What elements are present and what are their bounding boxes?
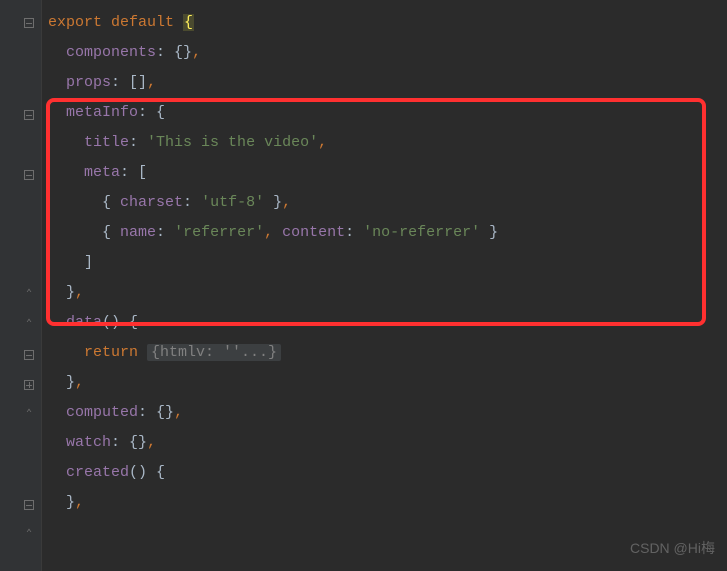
code-line[interactable]: ] xyxy=(42,248,727,278)
code-line[interactable]: { name: 'referrer', content: 'no-referre… xyxy=(42,218,727,248)
code-line[interactable]: created() { xyxy=(42,458,727,488)
matched-brace: { xyxy=(183,14,194,31)
folded-code[interactable]: {htmlv: ''...} xyxy=(147,344,281,361)
fold-icon[interactable] xyxy=(22,16,36,30)
editor-gutter: ⌃ ⌃ ⌃ ⌃ xyxy=(0,0,42,571)
fold-close-icon[interactable]: ⌃ xyxy=(22,408,36,422)
code-line[interactable]: }, xyxy=(42,488,727,518)
fold-close-icon[interactable]: ⌃ xyxy=(22,528,36,542)
fold-icon[interactable] xyxy=(22,498,36,512)
code-line[interactable]: props: [], xyxy=(42,68,727,98)
code-line[interactable]: title: 'This is the video', xyxy=(42,128,727,158)
fold-close-icon[interactable]: ⌃ xyxy=(22,318,36,332)
code-line[interactable]: }, xyxy=(42,278,727,308)
code-line[interactable]: { charset: 'utf-8' }, xyxy=(42,188,727,218)
fold-plus-icon[interactable] xyxy=(22,378,36,392)
code-line[interactable]: meta: [ xyxy=(42,158,727,188)
fold-icon[interactable] xyxy=(22,348,36,362)
code-line[interactable]: return {htmlv: ''...} xyxy=(42,338,727,368)
code-line[interactable]: computed: {}, xyxy=(42,398,727,428)
watermark: CSDN @Hi梅 xyxy=(630,533,715,563)
fold-icon[interactable] xyxy=(22,108,36,122)
code-line[interactable]: data() { xyxy=(42,308,727,338)
code-line[interactable]: watch: {}, xyxy=(42,428,727,458)
code-line[interactable]: }, xyxy=(42,368,727,398)
fold-icon[interactable] xyxy=(22,168,36,182)
code-line[interactable]: metaInfo: { xyxy=(42,98,727,128)
code-editor[interactable]: export default { components: {}, props: … xyxy=(42,0,727,518)
fold-close-icon[interactable]: ⌃ xyxy=(22,288,36,302)
code-line[interactable]: components: {}, xyxy=(42,38,727,68)
code-line[interactable]: export default { xyxy=(42,8,727,38)
